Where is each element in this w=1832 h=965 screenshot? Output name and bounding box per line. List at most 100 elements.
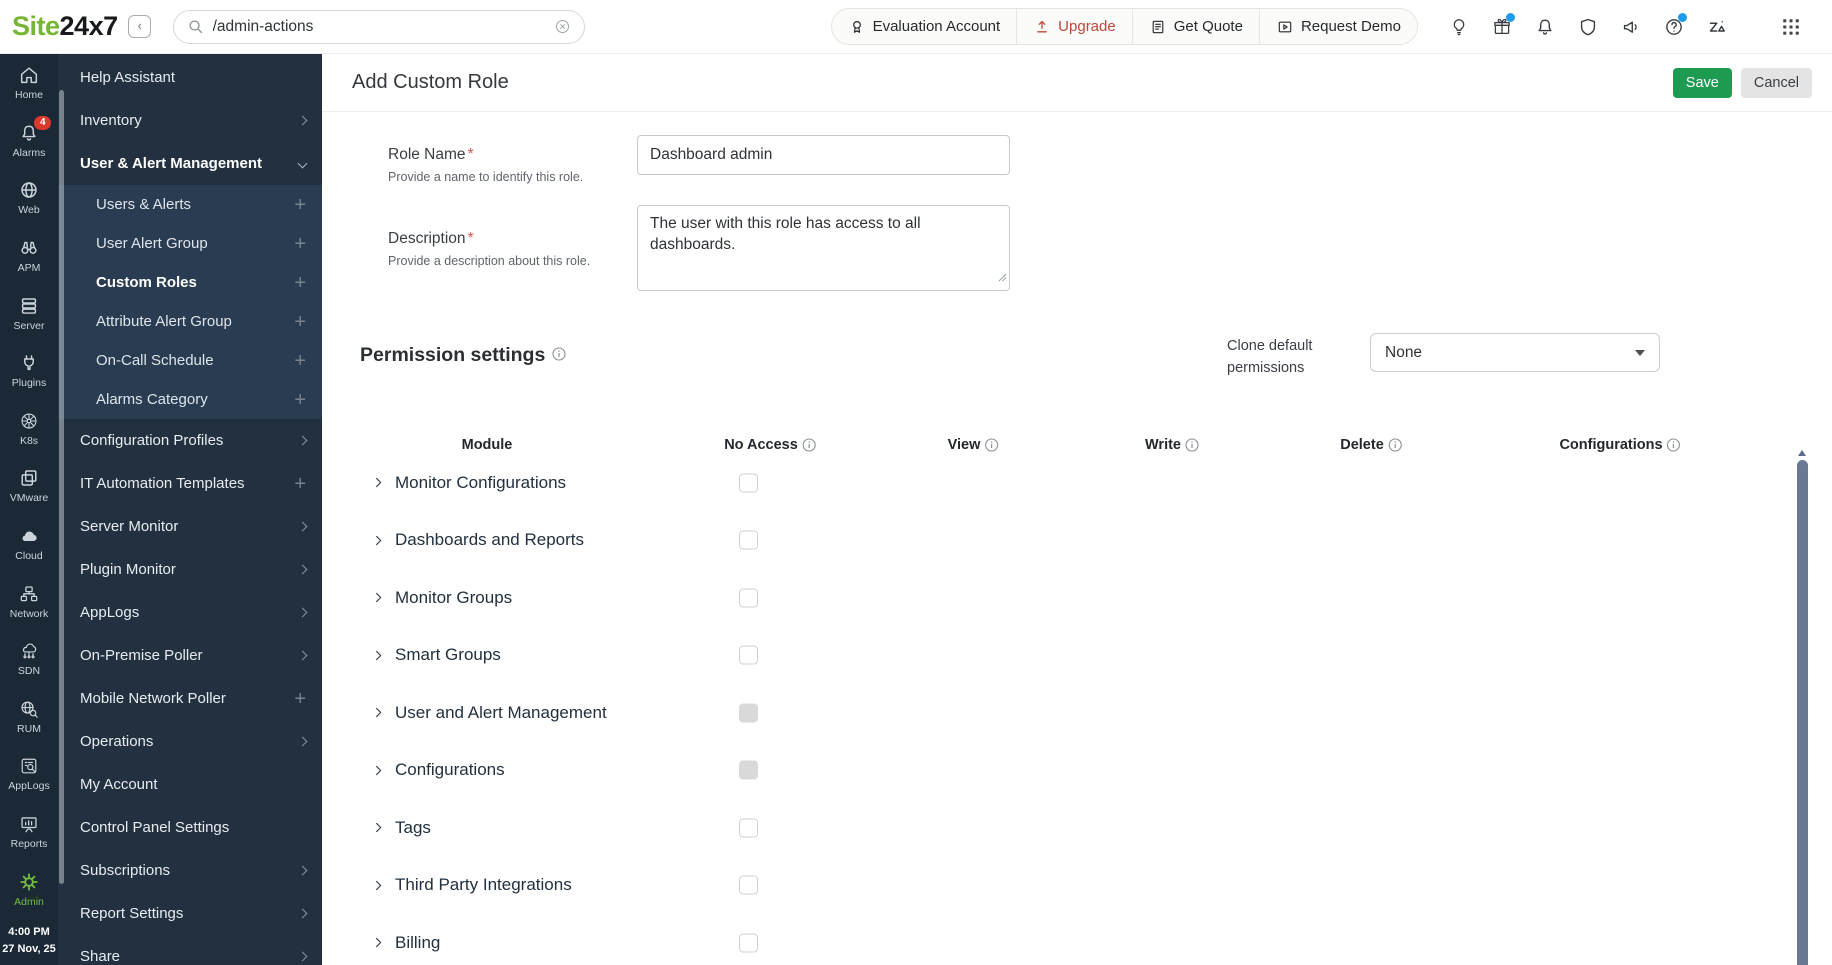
rail-item-vmware[interactable]: VMware [0,457,58,515]
module-label[interactable]: Configurations [395,760,505,780]
no-access-checkbox[interactable] [739,473,758,493]
no-access-checkbox[interactable] [739,530,758,550]
plus-icon[interactable]: + [294,312,306,332]
announcements-megaphone-icon[interactable] [1614,10,1648,44]
save-button[interactable]: Save [1672,67,1732,98]
plus-icon[interactable]: + [294,474,306,494]
rail-item-applogs[interactable]: AppLogs [0,745,58,803]
request-demo-button[interactable]: Request Demo [1258,9,1417,44]
module-label[interactable]: Monitor Configurations [395,473,566,493]
rail-item-admin[interactable]: Admin [0,860,58,918]
permission-row-third-party-integrations: Third Party Integrations [360,857,1832,915]
zia-icon[interactable] [1700,10,1734,44]
rail-item-alarms[interactable]: 4 Alarms [0,112,58,170]
get-quote-button[interactable]: Get Quote [1131,9,1259,44]
plus-icon[interactable]: + [294,195,306,215]
module-label[interactable]: Billing [395,933,440,953]
sidebar-item-control-panel-settings[interactable]: Control Panel Settings [58,806,322,849]
collapse-sidebar-icon[interactable] [127,15,151,38]
rail-item-network[interactable]: Network [0,572,58,630]
cancel-button[interactable]: Cancel [1740,67,1812,98]
plus-icon[interactable]: + [294,351,306,371]
rail-item-sdn[interactable]: SDN [0,630,58,688]
clear-search-icon[interactable] [553,17,572,36]
sidebar-item-server-monitor[interactable]: Server Monitor [58,505,322,548]
expand-chevron-icon[interactable] [372,591,385,604]
description-textarea[interactable]: The user with this role has access to al… [637,205,1010,291]
sidebar-item-attribute-alert-group[interactable]: Attribute Alert Group + [58,302,322,341]
sidebar-item-my-account[interactable]: My Account [58,763,322,806]
expand-chevron-icon[interactable] [372,821,385,834]
rail-item-cloud[interactable]: Cloud [0,515,58,573]
rail-item-k8s[interactable]: K8s [0,400,58,458]
expand-chevron-icon[interactable] [372,764,385,777]
plus-icon[interactable]: + [294,273,306,293]
role-name-label: Role Name * Provide a name to identify th… [388,146,638,184]
module-label[interactable]: Smart Groups [395,645,501,665]
expand-chevron-icon[interactable] [372,534,385,547]
page-header: Add Custom Role Save Cancel [322,54,1832,112]
plus-icon[interactable]: + [294,234,306,254]
sidebar-item-on-call-schedule[interactable]: On-Call Schedule + [58,341,322,380]
gift-icon[interactable] [1485,10,1519,44]
chevron-right-icon [297,908,308,919]
sidebar-item-alarms-category[interactable]: Alarms Category + [58,380,322,419]
sidebar-item-applogs[interactable]: AppLogs [58,591,322,634]
rail-item-server[interactable]: Server [0,284,58,342]
sidebar-item-on-premise-poller[interactable]: On-Premise Poller [58,634,322,677]
sidebar-item-plugin-monitor[interactable]: Plugin Monitor [58,548,322,591]
shield-icon[interactable] [1571,10,1605,44]
sidebar-item-help-assistant[interactable]: Help Assistant [58,56,322,99]
sidebar-item-users-alerts[interactable]: Users & Alerts + [58,185,322,224]
idea-bulb-icon[interactable] [1442,10,1476,44]
sidebar-item-mobile-network-poller[interactable]: Mobile Network Poller + [58,677,322,720]
expand-chevron-icon[interactable] [372,706,385,719]
rail-item-apm[interactable]: APM [0,227,58,285]
sidebar-item-it-automation-templates[interactable]: IT Automation Templates + [58,462,322,505]
notification-dot [1678,12,1687,22]
apps-grid-icon[interactable] [1774,10,1808,44]
global-search [172,9,585,44]
plus-icon[interactable]: + [294,390,306,410]
no-access-checkbox[interactable] [739,818,758,838]
expand-chevron-icon[interactable] [372,879,385,892]
sidebar-item-custom-roles[interactable]: Custom Roles + [58,263,322,302]
sidebar-item-share[interactable]: Share [58,935,322,965]
clone-permissions-dropdown[interactable]: None [1370,333,1660,372]
scroll-up-arrow[interactable] [1798,450,1806,456]
rail-item-home[interactable]: Home [0,54,58,112]
evaluation-account-button[interactable]: Evaluation Account [832,9,1017,44]
module-label[interactable]: Dashboards and Reports [395,530,584,550]
expand-chevron-icon[interactable] [372,649,385,662]
rail-item-web[interactable]: Web [0,169,58,227]
notifications-bell-icon[interactable] [1528,10,1562,44]
no-access-checkbox[interactable] [739,875,758,895]
expand-chevron-icon[interactable] [372,936,385,949]
expand-chevron-icon[interactable] [372,476,385,489]
sidebar-scrollbar[interactable] [59,90,64,884]
no-access-checkbox[interactable] [739,645,758,665]
vertical-scrollbar[interactable] [1797,460,1808,965]
role-name-input[interactable] [637,135,1010,175]
module-label[interactable]: Tags [395,818,431,838]
sidebar-item-user-alert-group[interactable]: User Alert Group + [58,224,322,263]
permission-row-monitor-configurations: Monitor Configurations [360,454,1832,512]
help-icon[interactable] [1657,10,1691,44]
module-label[interactable]: User and Alert Management [395,703,607,723]
search-input[interactable] [212,17,545,36]
sidebar-item-user-alert-management[interactable]: User & Alert Management [58,142,322,185]
module-label[interactable]: Monitor Groups [395,588,512,608]
upgrade-button[interactable]: Upgrade [1016,9,1132,44]
rail-item-rum[interactable]: RUM [0,688,58,746]
rail-item-reports[interactable]: Reports [0,803,58,861]
plus-icon[interactable]: + [294,689,306,709]
module-label[interactable]: Third Party Integrations [395,875,572,895]
sidebar-item-configuration-profiles[interactable]: Configuration Profiles [58,419,322,462]
sidebar-item-report-settings[interactable]: Report Settings [58,892,322,935]
sidebar-item-operations[interactable]: Operations [58,720,322,763]
sidebar-item-inventory[interactable]: Inventory [58,99,322,142]
sidebar-item-subscriptions[interactable]: Subscriptions [58,849,322,892]
no-access-checkbox[interactable] [739,588,758,608]
no-access-checkbox[interactable] [739,933,758,953]
rail-item-plugins[interactable]: Plugins [0,342,58,400]
